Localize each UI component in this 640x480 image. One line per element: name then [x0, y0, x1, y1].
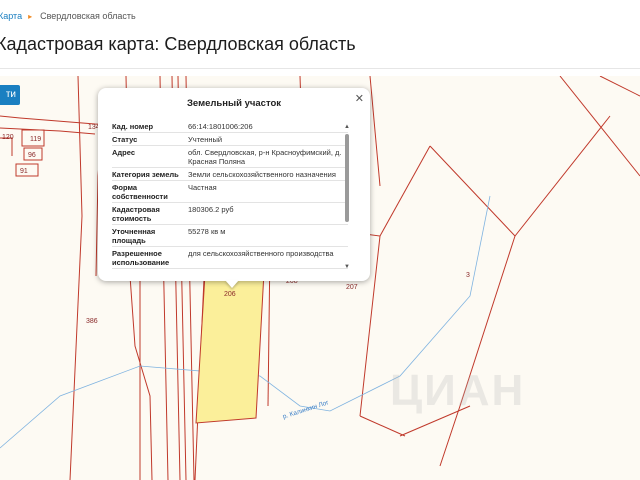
detail-label: Уточненная площадь [112, 227, 156, 245]
detail-label: Разрешенное использование [112, 249, 170, 267]
detail-value: обл. Свердловская, р-н Красноуфимский, д… [188, 148, 342, 166]
detail-label: Адрес [112, 148, 136, 157]
detail-row: Кад. номер 66:14:1801006:206 [112, 120, 348, 133]
popup-scrollbar[interactable]: ▲ ▼ [344, 124, 350, 270]
detail-value: для сельскохозяйственного производства [188, 249, 334, 258]
breadcrumb-current: Свердловская область [40, 11, 136, 21]
detail-row: Кадастровая стоимость 180306.2 руб [112, 203, 348, 225]
popup-title: Земельный участок [186, 98, 282, 109]
parcel-info-popup: ✕ Земельный участок Кад. номер 66:14:180… [98, 88, 370, 281]
plot-number-label: 207 [346, 284, 358, 291]
plot-number-label: 119 [30, 136, 42, 143]
detail-row: Статус Учтенный [112, 133, 348, 146]
detail-value: 55278 кв м [188, 227, 226, 236]
scrollbar-thumb[interactable] [345, 134, 349, 222]
detail-row: Категория земель Земли сельскохозяйствен… [112, 168, 348, 181]
detail-value: 180306.2 руб [188, 205, 234, 214]
divider [0, 68, 640, 69]
detail-value: 66:14:1801006:206 [188, 122, 253, 131]
detail-label: Статус [112, 135, 138, 144]
plot-number-label: 120 [2, 134, 14, 141]
plot-number-label: 3 [466, 272, 470, 279]
detail-row: Адрес обл. Свердловская, р-н Красноуфимс… [112, 146, 348, 168]
plot-number-label: 91 [20, 168, 28, 175]
detail-label: Форма собственности [112, 183, 168, 201]
map-action-button[interactable]: ти [0, 85, 20, 105]
detail-label: Кадастровая стоимость [112, 205, 160, 223]
plot-number-label: 96 [28, 152, 36, 159]
detail-label: Категория земель [112, 170, 179, 179]
detail-value: Земли сельскохозяйственного назначения [188, 170, 336, 179]
scroll-up-icon[interactable]: ▲ [344, 124, 350, 130]
chevron-right-icon: ▸ [28, 11, 33, 21]
detail-label: Кад. номер [112, 122, 154, 131]
parcel-details-list: Кад. номер 66:14:1801006:206 Статус Учте… [112, 120, 348, 270]
plot-number-label: 206 [224, 291, 236, 298]
popup-pointer [225, 280, 239, 288]
plot-number-label: 386 [86, 318, 98, 325]
detail-row: Форма собственности Частная [112, 181, 348, 203]
breadcrumb: Карта ▸ Свердловская область [0, 8, 136, 24]
page-title: Кадастровая карта: Свердловская область [0, 34, 356, 54]
breadcrumb-link-map[interactable]: Карта [0, 11, 22, 21]
detail-row: Уточненная площадь 55278 кв м [112, 225, 348, 247]
detail-value: Учтенный [188, 135, 223, 144]
detail-value: Частная [188, 183, 217, 192]
watermark-logo: ЦИАН [390, 366, 526, 415]
detail-row: Разрешенное использование для сельскохоз… [112, 247, 348, 269]
scroll-down-icon[interactable]: ▼ [344, 264, 350, 270]
